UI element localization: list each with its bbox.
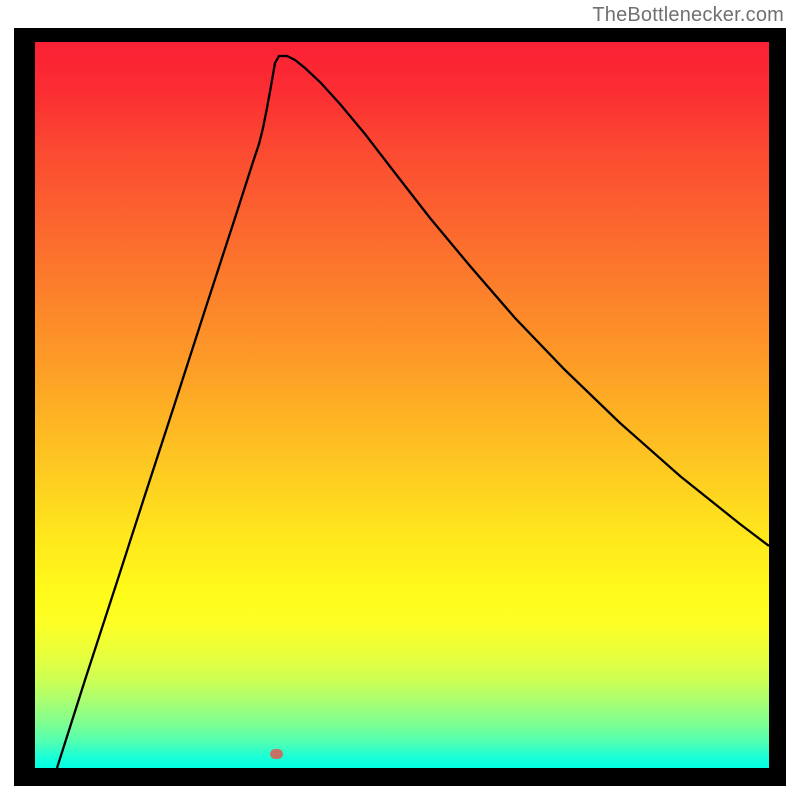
plot-area	[35, 42, 769, 768]
optimal-point-marker	[270, 749, 283, 759]
bottleneck-curve	[57, 56, 769, 768]
chart-stage: TheBottlenecker.com	[0, 0, 800, 800]
plot-border	[14, 28, 786, 786]
watermark-text: TheBottlenecker.com	[592, 4, 784, 27]
curve-layer	[35, 42, 769, 768]
